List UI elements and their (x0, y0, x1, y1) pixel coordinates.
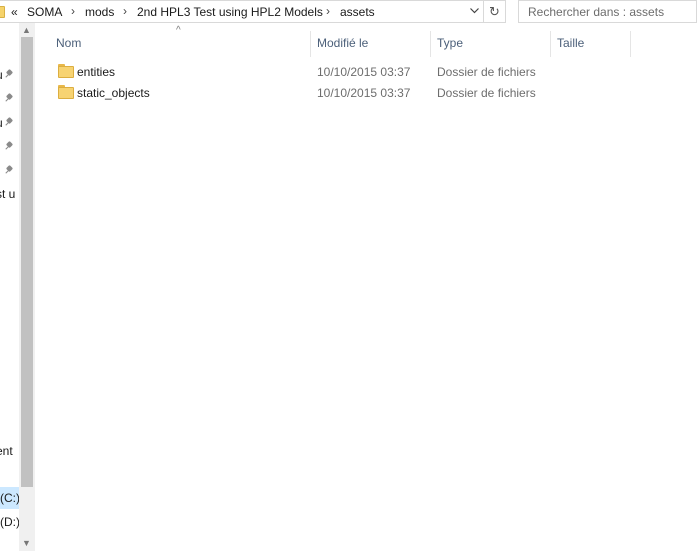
pin-icon (5, 70, 14, 79)
file-modified: 10/10/2015 03:37 (317, 65, 411, 79)
column-divider[interactable] (430, 31, 431, 57)
file-modified: 10/10/2015 03:37 (317, 86, 411, 100)
breadcrumb-test-folder[interactable]: 2nd HPL3 Test using HPL2 Models (137, 5, 323, 19)
chevron-down-icon (470, 8, 479, 14)
breadcrumb-separator-icon[interactable]: › (123, 4, 127, 18)
file-row-entities[interactable]: entities 10/10/2015 03:37 Dossier de fic… (51, 61, 651, 82)
navigation-pane: u u st u ent (C:) (D:) ▲ ▼ (0, 23, 35, 551)
column-divider[interactable] (630, 31, 631, 57)
nav-item-label[interactable]: ent (0, 444, 13, 458)
refresh-icon: ↻ (489, 4, 500, 19)
folder-icon (58, 64, 74, 78)
column-header-name[interactable]: Nom (56, 36, 81, 50)
column-divider[interactable] (550, 31, 551, 57)
refresh-button[interactable]: ↻ (484, 0, 506, 23)
file-name[interactable]: entities (77, 65, 115, 79)
folder-icon (58, 85, 74, 99)
column-header-size[interactable]: Taille (557, 36, 584, 50)
pin-icon (5, 166, 14, 175)
file-row-static-objects[interactable]: static_objects 10/10/2015 03:37 Dossier … (51, 82, 651, 103)
column-header-modified[interactable]: Modifié le (317, 36, 368, 50)
nav-item-label[interactable]: st u (0, 187, 15, 201)
file-name[interactable]: static_objects (77, 86, 150, 100)
file-type: Dossier de fichiers (437, 65, 536, 79)
pin-icon (5, 118, 14, 127)
nav-item-drive-c[interactable]: (C:) (0, 491, 20, 505)
nav-item-label[interactable]: u (0, 68, 3, 82)
breadcrumb-assets[interactable]: assets (340, 5, 375, 19)
pin-icon (5, 94, 14, 103)
address-history-dropdown[interactable] (466, 2, 483, 22)
search-box[interactable]: Rechercher dans : assets (518, 0, 697, 23)
address-bar[interactable]: « SOMA › mods › 2nd HPL3 Test using HPL2… (0, 0, 484, 23)
scroll-thumb[interactable] (21, 37, 33, 487)
folder-icon (0, 6, 5, 18)
breadcrumb-separator-icon[interactable]: › (71, 4, 75, 18)
breadcrumb-soma[interactable]: SOMA (27, 5, 62, 19)
scroll-up-icon[interactable]: ▲ (22, 25, 31, 35)
breadcrumb-separator-icon[interactable]: › (326, 4, 330, 18)
sort-ascending-icon: ^ (176, 25, 181, 36)
pin-icon (5, 142, 14, 151)
scroll-down-icon[interactable]: ▼ (22, 538, 31, 548)
breadcrumb-mods[interactable]: mods (85, 5, 114, 19)
column-headers: ^ Nom Modifié le Type Taille (35, 23, 697, 63)
nav-item-label[interactable]: u (0, 116, 3, 130)
search-input[interactable]: Rechercher dans : assets (528, 5, 664, 19)
file-type: Dossier de fichiers (437, 86, 536, 100)
column-header-type[interactable]: Type (437, 36, 463, 50)
column-divider[interactable] (310, 31, 311, 57)
breadcrumb-overflow-button[interactable]: « (11, 5, 18, 19)
nav-scrollbar[interactable]: ▲ ▼ (19, 23, 35, 551)
nav-item-drive-d[interactable]: (D:) (0, 515, 20, 529)
